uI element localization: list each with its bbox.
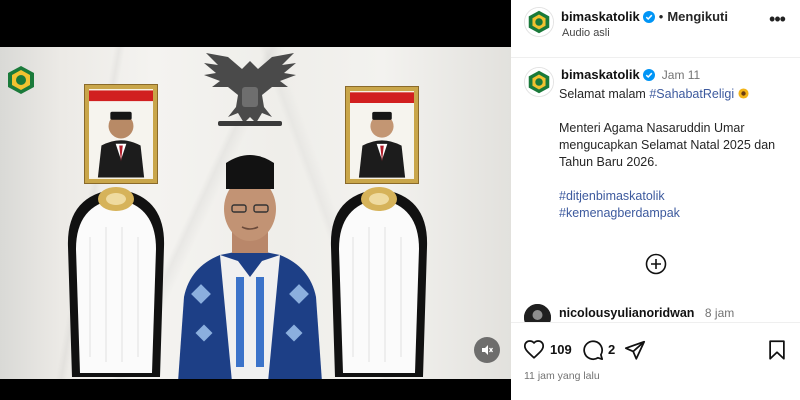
post-header: bimaskatolik • Mengikuti Audio asli ••• — [511, 0, 800, 58]
vice-president-portrait — [346, 87, 418, 183]
comment-item: nicolousyulianoridwan 8 jam — [511, 300, 800, 322]
post-timestamp[interactable]: 11 jam yang lalu — [524, 370, 600, 382]
more-options-icon[interactable]: ••• — [767, 10, 787, 32]
garuda-emblem-icon — [204, 53, 296, 126]
verified-icon — [642, 10, 655, 23]
comment-icon[interactable] — [582, 339, 604, 361]
share-icon[interactable] — [624, 339, 646, 361]
caption-text: Selamat malam #SahabatReligi Menteri Aga… — [559, 86, 791, 222]
hashtag-link[interactable]: #SahabatReligi — [649, 87, 734, 101]
caption-body: Menteri Agama Nasaruddin Umar mengucapka… — [559, 121, 776, 169]
comment-row: nicolousyulianoridwan 8 jam — [559, 306, 734, 320]
president-portrait — [85, 85, 157, 183]
throne-chair-right — [330, 187, 428, 377]
sunflower-icon — [738, 88, 749, 99]
commenter-avatar[interactable] — [524, 304, 551, 322]
caption-greeting: Selamat malam — [559, 87, 646, 101]
post-side-panel: bimaskatolik • Mengikuti Audio asli ••• … — [511, 0, 800, 400]
comment-time: 8 jam — [704, 306, 735, 320]
caption-greeting-line: Selamat malam #SahabatReligi — [559, 86, 791, 103]
header-name-row: bimaskatolik • Mengikuti — [561, 9, 728, 24]
hashtag-link[interactable]: #ditjenbimaskatolik — [559, 188, 791, 205]
comment-count[interactable]: 2 — [608, 342, 615, 357]
post-caption: bimaskatolik Jam 11 Selamat malam #Sahab… — [511, 59, 800, 295]
video-letterbox-bottom — [0, 379, 511, 400]
bookmark-icon[interactable] — [766, 339, 788, 361]
mute-icon — [482, 345, 494, 355]
caption-avatar[interactable] — [524, 67, 554, 97]
action-bar: 109 2 11 jam yang lalu — [511, 322, 800, 400]
kemenag-logo-icon — [525, 68, 553, 96]
video-letterbox-top — [0, 0, 511, 47]
caption-time[interactable]: Jam 11 — [662, 68, 700, 82]
account-avatar[interactable] — [524, 7, 554, 37]
heart-icon[interactable] — [523, 339, 545, 361]
minister-figure — [178, 155, 322, 379]
mute-button[interactable] — [474, 337, 500, 363]
caption-username[interactable]: bimaskatolik — [561, 67, 640, 82]
reel-video[interactable] — [0, 0, 511, 400]
commenter-username[interactable]: nicolousyulianoridwan — [559, 306, 694, 320]
separator-dot: • — [658, 9, 664, 24]
hashtag-link[interactable]: #kemenagberdampak — [559, 205, 791, 222]
kemenag-logo-icon — [525, 8, 553, 36]
throne-chair-left — [67, 187, 165, 377]
add-comments-icon[interactable] — [645, 253, 667, 275]
avatar-photo — [524, 304, 551, 322]
header-username[interactable]: bimaskatolik — [561, 9, 640, 24]
audio-label[interactable]: Audio asli — [562, 27, 610, 39]
verified-icon — [642, 68, 655, 81]
kemenag-logo-icon — [8, 66, 34, 94]
caption-name-row: bimaskatolik Jam 11 — [561, 67, 700, 82]
following-button[interactable]: Mengikuti — [667, 9, 728, 24]
like-count[interactable]: 109 — [550, 342, 572, 357]
video-frame[interactable] — [0, 47, 511, 379]
